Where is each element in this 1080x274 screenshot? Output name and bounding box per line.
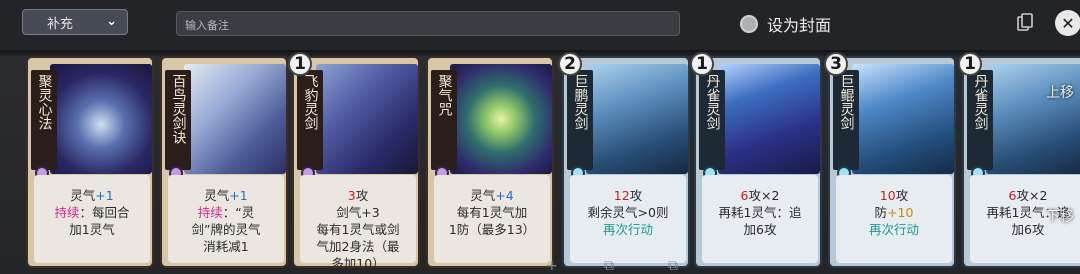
card-text-segment: ：每回合 [79,205,130,220]
card-text-segment: 灵气 [204,188,230,203]
card-name: 飞豹灵剑 [297,70,323,170]
card-description: 灵气+4 每有1灵气加 1防（最多13） [434,175,550,263]
card-text-segment: 6 [740,188,749,203]
card-description: 灵气+1 持续：每回合加1灵气 [34,175,150,263]
card-text-segment: 攻×2 [748,188,780,203]
card[interactable]: 飞豹灵剑 3攻剑气+3 每有1灵气或剑 气加2身法（最 多加10） [292,56,420,268]
card-name: 聚灵心法 [31,70,57,170]
card[interactable]: 聚灵心法灵气+1 持续：每回合加1灵气 [26,56,154,268]
card-cost-badge: 1 [958,52,982,76]
memo-placeholder: 输入备注 [185,19,229,32]
deck-type-dropdown[interactable]: 补充 ⌄ [22,9,128,35]
card-description: 10攻 防+10 再次行动 [836,175,952,263]
cover-radio[interactable] [740,15,758,33]
card-text-segment: ：“灵 [222,205,255,220]
card-slot[interactable]: 聚气咒灵气+4 每有1灵气加 1防（最多13） [426,56,554,268]
card-text-segment: 12 [613,188,630,203]
card-slot[interactable]: 巨鹏灵剑 12攻剩余灵气>0则 再次行动 2 [558,52,690,268]
chevron-down-icon: ⌄ [106,14,117,29]
card-name: 丹雀灵剑 [967,70,993,170]
card-text-segment: 3 [347,188,356,203]
card-text-segment: 10 [879,188,896,203]
card-text-segment: 持续 [197,205,223,220]
move-up-label: 上移 [1046,85,1074,101]
memo-input[interactable]: 输入备注 [176,11,680,36]
card-art [316,64,418,174]
move-down-button[interactable]: 下移 [1040,196,1080,236]
card-text-segment: 再次行动 [868,222,919,237]
card-text-segment: 再耗1灵气：追 [718,205,802,220]
card-slot[interactable]: 百鸟灵剑诀灵气+1 持续：“灵剑”牌的灵气 消耗减1 [160,56,288,268]
card-art [586,64,688,174]
card-text-segment: +10 [887,205,914,220]
card-text-segment: 剑气+3 [336,205,380,220]
card-text-segment: 攻 [629,188,643,203]
copy-icon[interactable] [1014,11,1036,33]
card-text-segment: 气加2身法（最 [316,239,400,254]
card-text-segment: 加1灵气 [69,222,115,237]
card-text-segment: +1 [95,188,114,203]
card-text-segment: 消耗减1 [203,239,249,254]
card-strip: 聚灵心法 灵气+1 持续：每回合 加1灵气 百鸟灵剑诀 灵气+1 持续：“灵 剑”牌的灵气 消耗… [0,52,1080,274]
card-text-segment: 1防（最多13） [448,222,536,237]
card-name: 聚气咒 [431,70,457,170]
card-text-segment: 持续 [54,205,80,220]
card-text-segment: +1 [229,188,248,203]
card-text-segment: 多加10） [331,256,385,268]
top-toolbar: 补充 ⌄ 输入备注 设为封面 ✕ [0,0,1080,52]
card-description: 3攻剑气+3 每有1灵气或剑 气加2身法（最 多加10） [300,175,416,266]
close-icon[interactable]: ✕ [1055,10,1080,36]
card-cost-badge: 2 [558,52,582,76]
card-text-segment: 再次行动 [602,222,653,237]
card-slot[interactable]: 巨鲲灵剑 10攻 防+10 再次行动 3 [824,52,956,268]
card-name: 巨鲲灵剑 [833,70,859,170]
card-text-segment: +4 [495,188,514,203]
card-description: 6攻×2 再耗1灵气：追 加6攻 [702,175,818,263]
card-name: 巨鹏灵剑 [567,70,593,170]
cover-label[interactable]: 设为封面 [767,12,831,36]
card-cost-badge: 1 [690,52,714,76]
card-text-segment: 剩余灵气>0则 [587,205,669,220]
card[interactable]: 巨鹏灵剑 12攻剩余灵气>0则 再次行动 [562,56,690,268]
card-art [852,64,954,174]
card-text-segment: 防 [874,205,888,220]
card-cost-badge: 3 [824,52,848,76]
card-cost-badge: 1 [288,52,312,76]
card-text-segment: 灵气 [470,188,496,203]
card-text-segment: 攻 [895,188,909,203]
card-art [718,64,820,174]
move-up-button[interactable]: 上移 [1040,72,1080,112]
card-text-segment: 剑”牌的灵气 [191,222,261,237]
card-name: 百鸟灵剑诀 [165,70,191,170]
card-slot[interactable]: 丹雀灵剑 6攻×2 再耗1灵气：追 加6攻 1 [690,52,822,268]
card-text-segment: 灵气 [70,188,96,203]
card[interactable]: 丹雀灵剑 6攻×2 再耗1灵气：追 加6攻 [694,56,822,268]
card-text-segment: 6 [1008,188,1017,203]
card-description: 灵气+1 持续：“灵剑”牌的灵气 消耗减1 [168,175,284,263]
card-description: 12攻剩余灵气>0则 再次行动 [570,175,686,263]
dropdown-value: 补充 [47,16,74,32]
card[interactable]: 百鸟灵剑诀灵气+1 持续：“灵剑”牌的灵气 消耗减1 [160,56,288,268]
card-icon: ⧉ [604,258,614,274]
plus-icon: + [546,258,558,274]
card-icon: ⧉ [668,258,678,274]
card-text-segment: 每有1灵气加 [456,205,528,220]
card-slot[interactable]: 飞豹灵剑 3攻剑气+3 每有1灵气或剑 气加2身法（最 多加10） 1 [288,52,420,268]
card-art [50,64,152,174]
card-name: 丹雀灵剑 [699,70,725,170]
card-text-segment: 每有1灵气或剑 [316,222,400,237]
card-art [450,64,552,174]
card[interactable]: 聚气咒灵气+4 每有1灵气加 1防（最多13） [426,56,554,268]
card-slot[interactable]: 聚灵心法灵气+1 持续：每回合加1灵气 [26,56,154,268]
card[interactable]: 巨鲲灵剑 10攻 防+10 再次行动 [828,56,956,268]
card-text-segment: 加6攻 [743,222,777,237]
card-text-segment: 攻 [355,188,369,203]
move-down-label: 下移 [1046,209,1074,225]
card-art [184,64,286,174]
